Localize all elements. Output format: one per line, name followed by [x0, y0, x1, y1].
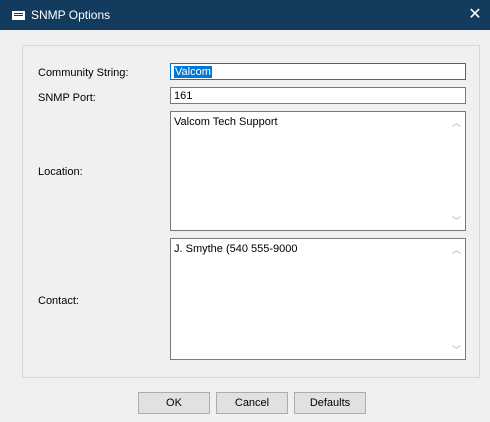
snmp-port-value: 161 [174, 90, 193, 102]
contact-scrollbar[interactable]: ︿ ﹀ [448, 239, 465, 359]
cancel-button[interactable]: Cancel [216, 392, 288, 414]
location-textarea[interactable]: Valcom Tech Support ︿ ﹀ [170, 111, 466, 231]
window-icon [12, 11, 25, 20]
location-scrollbar[interactable]: ︿ ﹀ [448, 112, 465, 230]
location-label: Location: [38, 166, 83, 178]
scroll-down-icon[interactable]: ﹀ [452, 214, 461, 227]
window-title: SNMP Options [31, 8, 111, 22]
scroll-down-icon[interactable]: ﹀ [452, 343, 461, 356]
snmp-options-dialog: SNMP Options ✕ Community String: Valcom … [0, 0, 490, 422]
snmp-port-input[interactable]: 161 [170, 87, 466, 104]
snmp-port-label: SNMP Port: [38, 92, 96, 104]
contact-textarea[interactable]: J. Smythe (540 555-9000 ︿ ﹀ [170, 238, 466, 360]
close-button[interactable]: ✕ [460, 0, 490, 30]
location-value: Valcom Tech Support [174, 116, 278, 128]
title-bar[interactable]: SNMP Options ✕ [0, 0, 490, 30]
community-string-input[interactable]: Valcom [170, 63, 466, 80]
community-string-value: Valcom [174, 66, 212, 78]
contact-value: J. Smythe (540 555-9000 [174, 243, 298, 255]
scroll-up-icon[interactable]: ︿ [452, 116, 461, 129]
defaults-button[interactable]: Defaults [294, 392, 366, 414]
community-string-label: Community String: [38, 67, 129, 79]
ok-button[interactable]: OK [138, 392, 210, 414]
contact-label: Contact: [38, 295, 79, 307]
scroll-up-icon[interactable]: ︿ [452, 243, 461, 256]
